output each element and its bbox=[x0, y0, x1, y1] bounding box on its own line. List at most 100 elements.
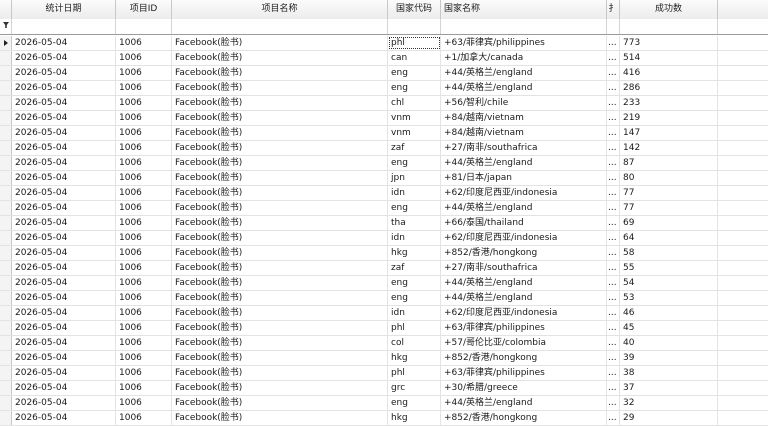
cell-project-name[interactable]: Facebook(脸书) bbox=[172, 36, 388, 50]
cell-project-name[interactable]: Facebook(脸书) bbox=[172, 261, 388, 275]
cell-country-code[interactable]: grc bbox=[388, 381, 441, 395]
data-grid[interactable]: 统计日期 项目ID 项目名称 国家代码 国家名称 扌 成功数 2026-05-0… bbox=[0, 0, 768, 426]
cell-truncated[interactable]: ... bbox=[607, 171, 620, 185]
row-indicator[interactable] bbox=[0, 51, 12, 65]
cell-date[interactable]: 2026-05-04 bbox=[12, 366, 116, 380]
cell-truncated[interactable]: ... bbox=[607, 261, 620, 275]
cell-project-name[interactable]: Facebook(脸书) bbox=[172, 171, 388, 185]
filter-cell-success-count[interactable] bbox=[620, 19, 718, 34]
cell-country-name[interactable]: +44/英格兰/england bbox=[441, 81, 607, 95]
cell-success-count[interactable]: 514 bbox=[620, 51, 718, 65]
table-row[interactable]: 2026-05-04 1006 Facebook(脸书) hkg +852/香港/hon… bbox=[0, 351, 768, 366]
table-row[interactable]: 2026-05-04 1006 Facebook(脸书) eng +44/英格兰/eng… bbox=[0, 396, 768, 411]
cell-country-code[interactable]: phl bbox=[388, 36, 441, 50]
cell-project-name[interactable]: Facebook(脸书) bbox=[172, 96, 388, 110]
cell-date[interactable]: 2026-05-04 bbox=[12, 51, 116, 65]
cell-date[interactable]: 2026-05-04 bbox=[12, 216, 116, 230]
cell-country-name[interactable]: +62/印度尼西亚/indonesia bbox=[441, 306, 607, 320]
cell-project-name[interactable]: Facebook(脸书) bbox=[172, 216, 388, 230]
cell-project-name[interactable]: Facebook(脸书) bbox=[172, 126, 388, 140]
table-row[interactable]: 2026-05-04 1006 Facebook(脸书) eng +44/英格兰/eng… bbox=[0, 291, 768, 306]
cell-success-count[interactable]: 147 bbox=[620, 126, 718, 140]
cell-success-count[interactable]: 40 bbox=[620, 336, 718, 350]
cell-country-code[interactable]: jpn bbox=[388, 171, 441, 185]
cell-country-code[interactable]: idn bbox=[388, 306, 441, 320]
cell-project-name[interactable]: Facebook(脸书) bbox=[172, 411, 388, 425]
row-indicator[interactable] bbox=[0, 81, 12, 95]
cell-project-name[interactable]: Facebook(脸书) bbox=[172, 381, 388, 395]
cell-truncated[interactable]: ... bbox=[607, 156, 620, 170]
column-header-truncated[interactable]: 扌 bbox=[607, 0, 620, 19]
cell-country-code[interactable]: eng bbox=[388, 81, 441, 95]
cell-date[interactable]: 2026-05-04 bbox=[12, 96, 116, 110]
column-header-project-name[interactable]: 项目名称 bbox=[172, 0, 388, 19]
cell-date[interactable]: 2026-05-04 bbox=[12, 276, 116, 290]
cell-success-count[interactable]: 80 bbox=[620, 171, 718, 185]
cell-success-count[interactable]: 37 bbox=[620, 381, 718, 395]
table-row[interactable]: 2026-05-04 1006 Facebook(脸书) phl +63/菲律宾/phi… bbox=[0, 366, 768, 381]
cell-country-code[interactable]: hkg bbox=[388, 246, 441, 260]
row-indicator[interactable] bbox=[0, 246, 12, 260]
cell-project-name[interactable]: Facebook(脸书) bbox=[172, 321, 388, 335]
table-row[interactable]: 2026-05-04 1006 Facebook(脸书) idn +62/印度尼西亚/i… bbox=[0, 306, 768, 321]
filter-row-indicator[interactable] bbox=[0, 19, 12, 34]
cell-project-id[interactable]: 1006 bbox=[116, 381, 172, 395]
cell-country-code[interactable]: eng bbox=[388, 156, 441, 170]
filter-cell-project-id[interactable] bbox=[116, 19, 172, 34]
cell-project-id[interactable]: 1006 bbox=[116, 171, 172, 185]
cell-success-count[interactable]: 233 bbox=[620, 96, 718, 110]
table-row[interactable]: 2026-05-04 1006 Facebook(脸书) idn +62/印度尼西亚/i… bbox=[0, 186, 768, 201]
cell-truncated[interactable]: ... bbox=[607, 201, 620, 215]
row-indicator[interactable] bbox=[0, 306, 12, 320]
cell-project-name[interactable]: Facebook(脸书) bbox=[172, 351, 388, 365]
cell-success-count[interactable]: 64 bbox=[620, 231, 718, 245]
cell-project-id[interactable]: 1006 bbox=[116, 126, 172, 140]
cell-country-name[interactable]: +852/香港/hongkong bbox=[441, 351, 607, 365]
cell-project-id[interactable]: 1006 bbox=[116, 96, 172, 110]
cell-success-count[interactable]: 46 bbox=[620, 306, 718, 320]
cell-date[interactable]: 2026-05-04 bbox=[12, 156, 116, 170]
cell-success-count[interactable]: 142 bbox=[620, 141, 718, 155]
cell-truncated[interactable]: ... bbox=[607, 96, 620, 110]
row-indicator[interactable] bbox=[0, 96, 12, 110]
cell-country-code[interactable]: hkg bbox=[388, 411, 441, 425]
cell-project-id[interactable]: 1006 bbox=[116, 336, 172, 350]
cell-project-name[interactable]: Facebook(脸书) bbox=[172, 51, 388, 65]
table-row[interactable]: 2026-05-04 1006 Facebook(脸书) vnm +84/越南/viet… bbox=[0, 111, 768, 126]
cell-country-name[interactable]: +63/菲律宾/philippines bbox=[441, 36, 607, 50]
row-indicator[interactable] bbox=[0, 186, 12, 200]
table-row[interactable]: 2026-05-04 1006 Facebook(脸书) eng +44/英格兰/eng… bbox=[0, 81, 768, 96]
cell-project-id[interactable]: 1006 bbox=[116, 231, 172, 245]
cell-date[interactable]: 2026-05-04 bbox=[12, 81, 116, 95]
cell-country-code[interactable]: tha bbox=[388, 216, 441, 230]
cell-truncated[interactable]: ... bbox=[607, 366, 620, 380]
cell-date[interactable]: 2026-05-04 bbox=[12, 321, 116, 335]
cell-project-id[interactable]: 1006 bbox=[116, 321, 172, 335]
cell-country-name[interactable]: +27/南非/southafrica bbox=[441, 261, 607, 275]
cell-success-count[interactable]: 77 bbox=[620, 186, 718, 200]
table-row[interactable]: 2026-05-04 1006 Facebook(脸书) col +57/哥伦比亚/co… bbox=[0, 336, 768, 351]
filter-cell-country-code[interactable] bbox=[388, 19, 441, 34]
cell-country-code[interactable]: phl bbox=[388, 366, 441, 380]
cell-country-name[interactable]: +44/英格兰/england bbox=[441, 396, 607, 410]
column-header-country-code[interactable]: 国家代码 bbox=[388, 0, 441, 19]
cell-truncated[interactable]: ... bbox=[607, 351, 620, 365]
cell-country-code[interactable]: vnm bbox=[388, 111, 441, 125]
cell-project-name[interactable]: Facebook(脸书) bbox=[172, 246, 388, 260]
cell-truncated[interactable]: ... bbox=[607, 216, 620, 230]
column-header-success-count[interactable]: 成功数 bbox=[620, 0, 718, 19]
cell-country-name[interactable]: +84/越南/vietnam bbox=[441, 126, 607, 140]
cell-truncated[interactable]: ... bbox=[607, 111, 620, 125]
cell-date[interactable]: 2026-05-04 bbox=[12, 246, 116, 260]
cell-date[interactable]: 2026-05-04 bbox=[12, 381, 116, 395]
cell-date[interactable]: 2026-05-04 bbox=[12, 351, 116, 365]
cell-date[interactable]: 2026-05-04 bbox=[12, 126, 116, 140]
filter-cell-country-name[interactable] bbox=[441, 19, 607, 34]
cell-date[interactable]: 2026-05-04 bbox=[12, 336, 116, 350]
row-indicator[interactable] bbox=[0, 156, 12, 170]
cell-date[interactable]: 2026-05-04 bbox=[12, 66, 116, 80]
cell-project-name[interactable]: Facebook(脸书) bbox=[172, 336, 388, 350]
cell-project-name[interactable]: Facebook(脸书) bbox=[172, 201, 388, 215]
row-indicator[interactable] bbox=[0, 216, 12, 230]
cell-success-count[interactable]: 32 bbox=[620, 396, 718, 410]
